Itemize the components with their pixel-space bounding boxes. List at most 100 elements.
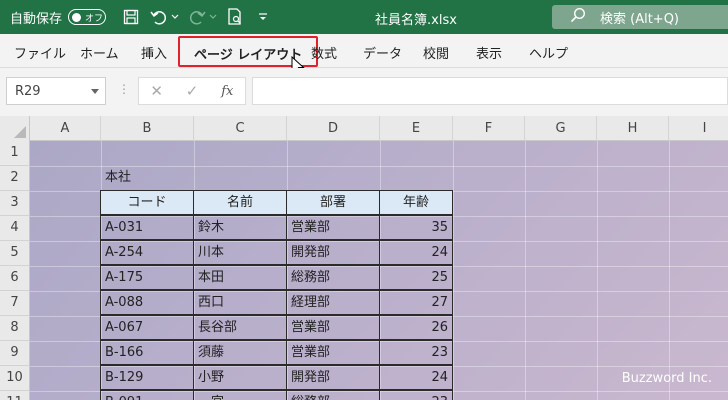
formula-buttons: ✕ ✓ fx (138, 77, 246, 105)
cell-department[interactable]: 営業部 (286, 315, 380, 340)
print-preview-icon[interactable] (224, 6, 246, 28)
row-header-2[interactable]: 2 (0, 166, 30, 191)
toggle-knob (72, 12, 82, 22)
tab-view[interactable]: 表示 (476, 43, 502, 62)
header-age[interactable]: 年齢 (379, 190, 453, 215)
more-icon[interactable]: ⋮ (118, 82, 130, 96)
table-row: B-166 須藤 営業部 23 (100, 340, 453, 366)
row-header-3[interactable]: 3 (0, 191, 30, 216)
cell-name[interactable]: 須藤 (193, 340, 287, 365)
cell-age[interactable]: 23 (379, 340, 453, 365)
cell-b2[interactable]: 本社 (105, 166, 131, 190)
cell-age[interactable]: 24 (379, 240, 453, 265)
cell-age[interactable]: 26 (379, 315, 453, 340)
select-all-icon (14, 126, 26, 138)
search-icon (570, 7, 586, 27)
column-header-i[interactable]: I (669, 116, 728, 141)
cell-department[interactable]: 総務部 (286, 390, 380, 400)
cell-department[interactable]: 開発部 (286, 240, 380, 265)
row-header-8[interactable]: 8 (0, 316, 30, 341)
cell-code[interactable]: A-175 (100, 265, 194, 290)
row-header-1[interactable]: 1 (0, 141, 30, 166)
row-header-6[interactable]: 6 (0, 266, 30, 291)
undo-dropdown-icon[interactable] (170, 6, 180, 28)
header-department[interactable]: 部署 (286, 190, 380, 215)
cancel-icon: ✕ (150, 82, 163, 100)
undo-icon[interactable] (148, 6, 170, 28)
cell-code[interactable]: B-129 (100, 365, 194, 390)
cell-code[interactable]: A-067 (100, 315, 194, 340)
cell-code[interactable]: B-091 (100, 390, 194, 400)
column-header-d[interactable]: D (287, 116, 380, 141)
name-box[interactable]: R29 (6, 77, 106, 105)
autosave-label: 自動保存 (10, 11, 63, 27)
cell-department[interactable]: 総務部 (286, 265, 380, 290)
row-header-5[interactable]: 5 (0, 241, 30, 266)
insert-function-icon[interactable]: fx (210, 84, 245, 99)
row-header-4[interactable]: 4 (0, 216, 30, 241)
autosave-toggle[interactable]: オフ (68, 9, 107, 25)
cell-age[interactable]: 24 (379, 365, 453, 390)
cell-name[interactable]: 本田 (193, 265, 287, 290)
column-header-h[interactable]: H (597, 116, 669, 141)
cell-age[interactable]: 35 (379, 215, 453, 240)
row-header-7[interactable]: 7 (0, 291, 30, 316)
cell-name[interactable]: 川本 (193, 240, 287, 265)
worksheet-grid[interactable]: A B C D E F G H I 1 2 3 4 5 6 7 8 9 10 1… (0, 116, 728, 400)
column-header-f[interactable]: F (453, 116, 525, 141)
title-bar: 自動保存 オフ 社員名簿.xlsx 検索 (Alt+Q) (0, 0, 728, 34)
name-box-value: R29 (15, 83, 41, 99)
tab-help[interactable]: ヘルプ (529, 43, 568, 62)
cell-name[interactable]: 小野 (193, 365, 287, 390)
tab-formulas[interactable]: 数式 (311, 43, 337, 62)
cell-name[interactable]: 鈴木 (193, 215, 287, 240)
cell-department[interactable]: 営業部 (286, 215, 380, 240)
table-row: A-088 西口 経理部 27 (100, 290, 453, 316)
tab-file[interactable]: ファイル (14, 43, 66, 62)
table-row: A-175 本田 総務部 25 (100, 265, 453, 291)
table-row: A-254 川本 開発部 24 (100, 240, 453, 266)
ribbon-tabs: ファイル ホーム 挿入 ページ レイアウト 数式 データ 校閲 表示 ヘルプ (0, 34, 728, 68)
cell-age[interactable]: 25 (379, 265, 453, 290)
row-header-10[interactable]: 10 (0, 366, 30, 391)
tab-review[interactable]: 校閲 (423, 43, 449, 62)
header-code[interactable]: コード (100, 190, 194, 215)
cell-age[interactable]: 27 (379, 290, 453, 315)
save-icon[interactable] (120, 6, 142, 28)
column-header-b[interactable]: B (101, 116, 194, 141)
formula-input[interactable] (252, 77, 728, 105)
cell-name[interactable]: 西口 (193, 290, 287, 315)
header-name[interactable]: 名前 (193, 190, 287, 215)
table-row: A-067 長谷部 営業部 26 (100, 315, 453, 341)
document-title: 社員名簿.xlsx (375, 13, 457, 28)
row-header-11[interactable]: 11 (0, 391, 30, 400)
customize-qat-icon[interactable] (252, 6, 274, 28)
column-header-g[interactable]: G (525, 116, 597, 141)
column-header-c[interactable]: C (194, 116, 287, 141)
tab-home[interactable]: ホーム (80, 43, 119, 62)
cell-code[interactable]: A-088 (100, 290, 194, 315)
autosave-control[interactable]: 自動保存 オフ (10, 8, 107, 27)
tab-insert[interactable]: 挿入 (141, 43, 167, 62)
search-box[interactable]: 検索 (Alt+Q) (552, 5, 728, 29)
table-row: B-091 一宮 総務部 23 (100, 390, 453, 400)
cell-department[interactable]: 経理部 (286, 290, 380, 315)
select-all-button[interactable] (0, 116, 30, 141)
column-header-e[interactable]: E (380, 116, 453, 141)
cell-name[interactable]: 一宮 (193, 390, 287, 400)
formula-bar: R29 ⋮ ✕ ✓ fx (0, 68, 728, 116)
cell-code[interactable]: A-031 (100, 215, 194, 240)
search-placeholder: 検索 (Alt+Q) (600, 11, 680, 27)
cell-name[interactable]: 長谷部 (193, 315, 287, 340)
cell-department[interactable]: 開発部 (286, 365, 380, 390)
column-header-a[interactable]: A (30, 116, 101, 141)
cell-code[interactable]: B-166 (100, 340, 194, 365)
cell-age[interactable]: 23 (379, 390, 453, 400)
cell-code[interactable]: A-254 (100, 240, 194, 265)
enter-icon: ✓ (185, 82, 199, 100)
cell-department[interactable]: 営業部 (286, 340, 380, 365)
row-header-9[interactable]: 9 (0, 341, 30, 366)
table-row: A-031 鈴木 営業部 35 (100, 215, 453, 241)
tab-data[interactable]: データ (363, 43, 402, 62)
chevron-down-icon[interactable] (91, 89, 99, 94)
